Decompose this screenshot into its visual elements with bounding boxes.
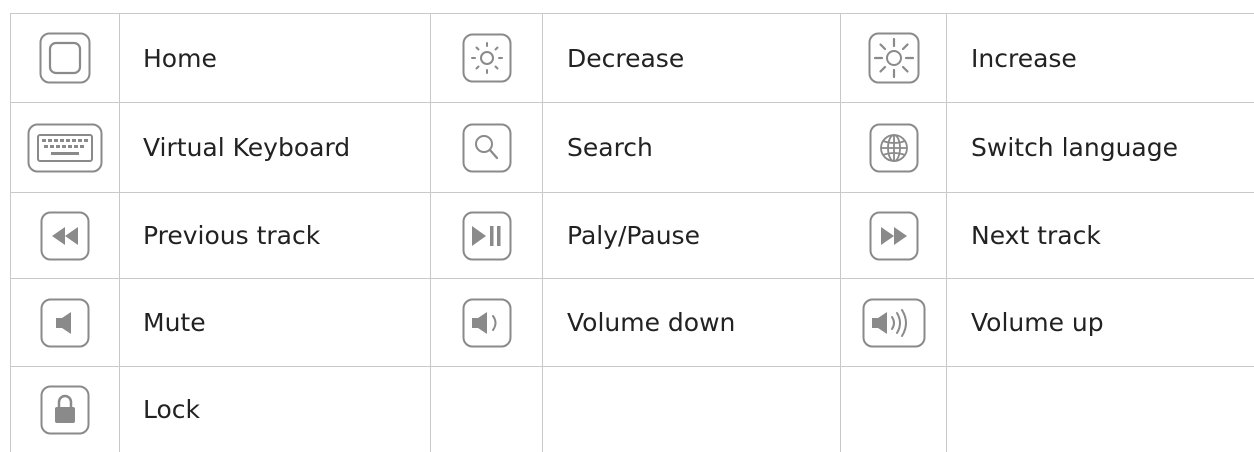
search-label: Search [567,133,653,162]
volume-down-label: Volume down [567,308,736,337]
table-cell-icon [431,279,542,366]
table-cell-icon [11,367,119,452]
home-icon [39,32,91,84]
table-divider [542,13,543,452]
mute-icon [40,298,90,347]
play-pause-label: Paly/Pause [567,221,700,250]
table-cell-icon [841,279,946,366]
previous-track-icon [40,211,90,260]
previous-track-label: Previous track [143,221,321,250]
shortcut-table: Home Decrease Increase Virtual Keyboard … [0,0,1254,452]
search-icon [462,123,511,172]
table-cell-icon [841,14,946,102]
table-cell-icon [431,193,542,278]
lock-icon [40,385,90,434]
play-pause-icon [462,211,511,260]
next-track-icon [869,211,918,260]
switch-language-label: Switch language [971,133,1178,162]
virtual-keyboard-label: Virtual Keyboard [143,133,351,162]
table-divider [946,13,947,452]
home-label: Home [143,43,217,73]
table-cell-icon [11,193,119,278]
decrease-label: Decrease [567,43,685,73]
brightness-decrease-icon [462,33,511,83]
table-cell-icon [841,193,946,278]
mute-label: Mute [143,308,206,337]
table-divider [119,13,120,452]
increase-label: Increase [971,43,1077,73]
globe-icon [869,123,918,172]
table-cell-icon [11,14,119,102]
table-cell-icon [11,103,119,192]
volume-up-label: Volume up [971,308,1104,337]
volume-down-icon [462,298,511,347]
table-cell-icon [11,279,119,366]
volume-up-icon [862,298,925,347]
next-track-label: Next track [971,221,1101,250]
lock-label: Lock [143,395,201,424]
table-cell-icon [431,14,542,102]
table-cell-icon [841,103,946,192]
brightness-increase-icon [868,32,919,84]
table-cell-icon [431,103,542,192]
keyboard-icon [27,123,103,172]
